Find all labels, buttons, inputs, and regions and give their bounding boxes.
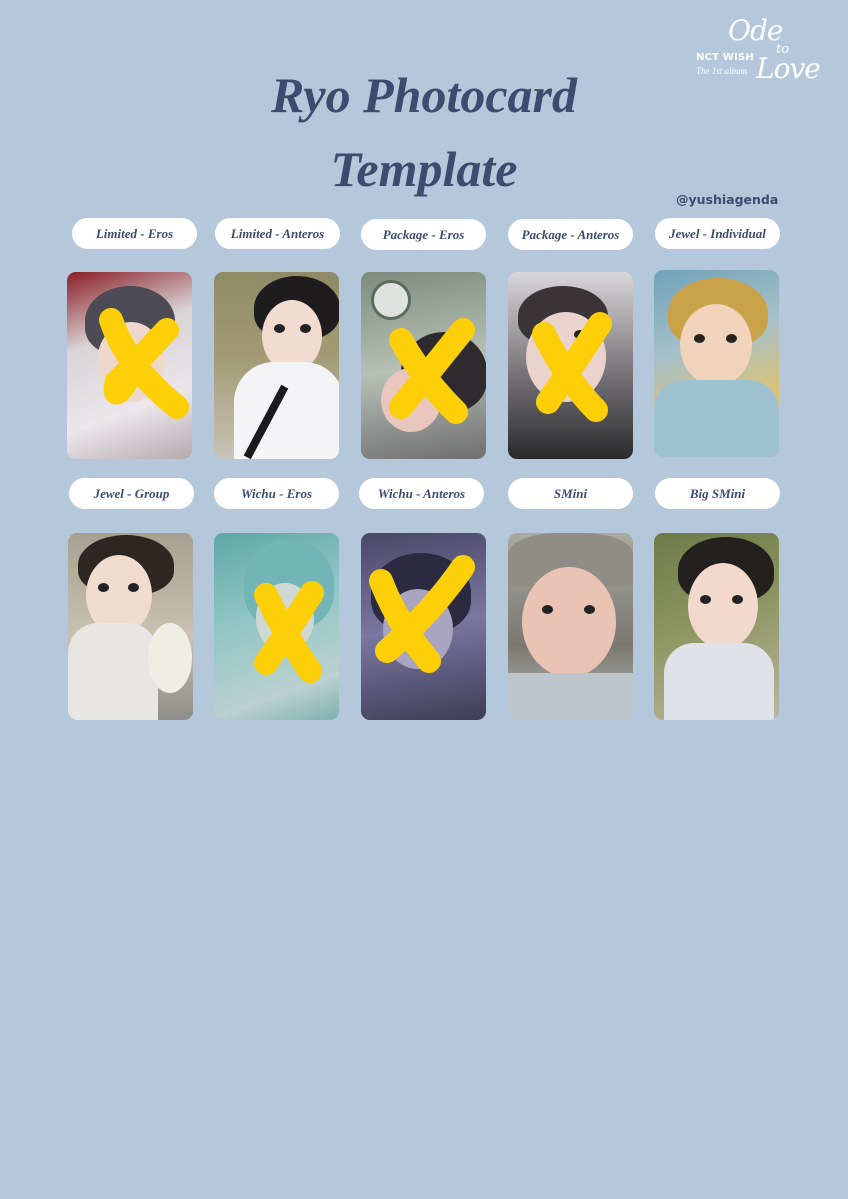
photocard-big-smini (654, 533, 779, 720)
logo-word-ode: Ode (728, 14, 783, 47)
page-title: Ryo Photocard Template (200, 58, 648, 206)
card-label-package-eros: Package - Eros (361, 219, 486, 250)
photocard-jewel-group (68, 533, 193, 720)
card-label-jewel-group: Jewel - Group (69, 478, 194, 509)
album-logo: Ode to Love NCT WISH The 1st album (692, 14, 832, 90)
cross-mark-icon (99, 308, 189, 419)
cross-mark-icon (389, 318, 475, 424)
card-label-wichu-anteros: Wichu - Anteros (359, 478, 484, 509)
photocard-smini (508, 533, 633, 720)
photocard-wichu-anteros (361, 533, 486, 720)
logo-word-love: Love (756, 52, 821, 85)
photocard-package-anteros (508, 272, 633, 459)
card-label-jewel-individual: Jewel - Individual (655, 218, 780, 249)
photocard-limited-anteros (214, 272, 339, 459)
card-label-package-anteros: Package - Anteros (508, 219, 633, 250)
photocard-wichu-eros (214, 533, 339, 720)
cross-mark-icon (532, 312, 612, 422)
title-line-2: Template (330, 141, 518, 197)
cross-mark-icon (369, 555, 475, 673)
logo-brand: NCT WISH (696, 52, 754, 63)
card-label-smini: SMini (508, 478, 633, 509)
card-label-wichu-eros: Wichu - Eros (214, 478, 339, 509)
card-label-limited-eros: Limited - Eros (72, 218, 197, 249)
card-label-big-smini: Big SMini (655, 478, 780, 509)
photocard-limited-eros (67, 272, 192, 459)
title-line-1: Ryo Photocard (270, 67, 578, 123)
cross-mark-icon (254, 581, 324, 683)
photocard-package-eros (361, 272, 486, 459)
author-handle: @yushiagenda (676, 192, 779, 207)
card-label-limited-anteros: Limited - Anteros (215, 218, 340, 249)
photocard-jewel-individual (654, 270, 779, 457)
logo-subtitle: The 1st album (696, 66, 748, 76)
